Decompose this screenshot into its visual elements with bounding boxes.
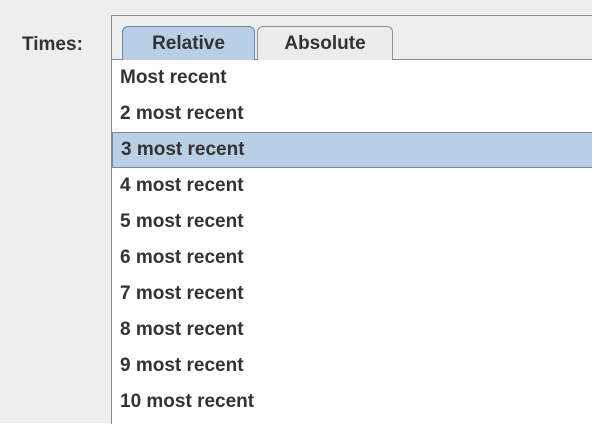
list-item[interactable]: 6 most recent: [112, 240, 592, 276]
list-item-selected[interactable]: 3 most recent: [112, 132, 592, 168]
tab-relative[interactable]: Relative: [122, 26, 255, 60]
list-item[interactable]: 5 most recent: [112, 204, 592, 240]
relative-times-list[interactable]: Most recent 2 most recent 3 most recent …: [112, 60, 592, 424]
list-item[interactable]: 2 most recent: [112, 96, 592, 132]
list-item[interactable]: 9 most recent: [112, 348, 592, 384]
list-item[interactable]: 7 most recent: [112, 276, 592, 312]
times-label: Times:: [22, 34, 83, 55]
tab-absolute[interactable]: Absolute: [257, 26, 393, 60]
times-tabbed-pane: Relative Absolute Most recent 2 most rec…: [111, 15, 592, 424]
list-item[interactable]: Most recent: [112, 60, 592, 96]
list-item[interactable]: 8 most recent: [112, 312, 592, 348]
list-item[interactable]: 4 most recent: [112, 168, 592, 204]
times-panel: Times: Relative Absolute Most recent 2 m…: [0, 0, 592, 424]
list-item[interactable]: 10 most recent: [112, 384, 592, 420]
